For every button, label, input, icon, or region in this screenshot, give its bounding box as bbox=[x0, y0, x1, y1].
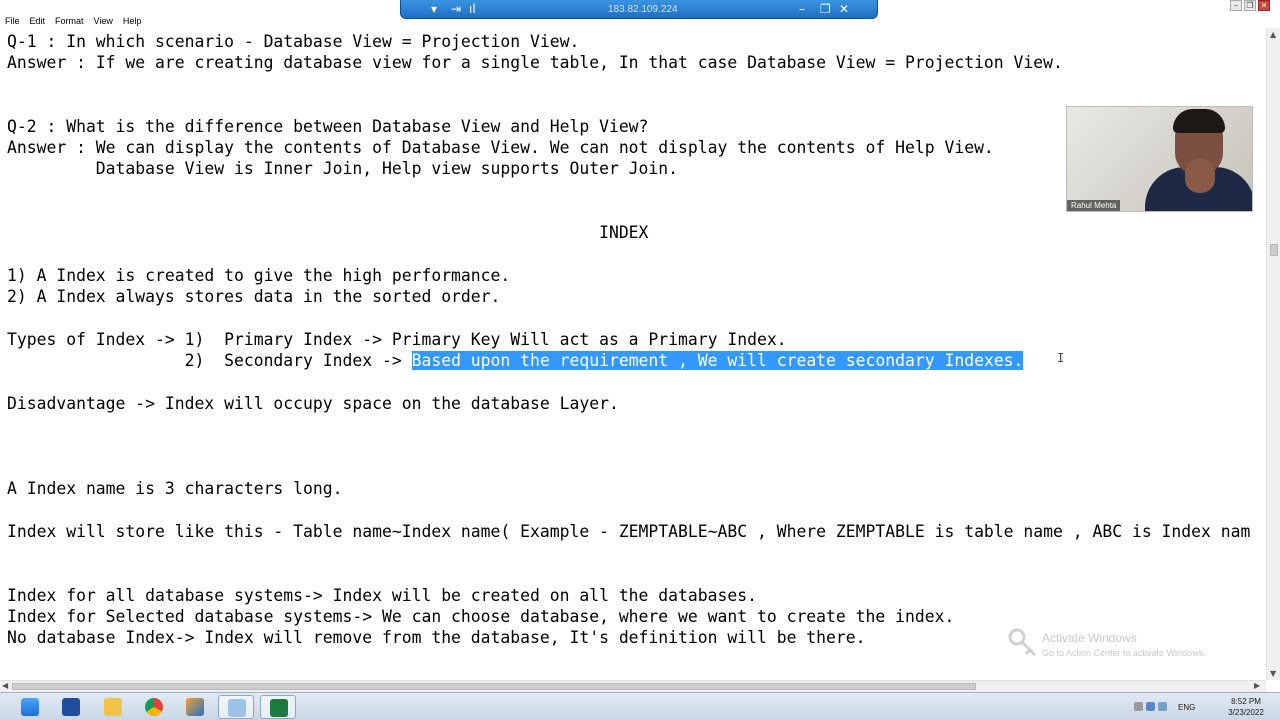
taskbar-powershell[interactable] bbox=[53, 695, 89, 719]
taskbar-excel[interactable] bbox=[260, 695, 296, 719]
watermark-subtitle: Go to Action Center to activate Windows. bbox=[1042, 648, 1206, 658]
tray-app-icon[interactable] bbox=[1146, 702, 1155, 711]
horizontal-scroll-thumb[interactable] bbox=[12, 683, 976, 690]
window-minimize-button[interactable]: – bbox=[1230, 0, 1242, 11]
vertical-scroll-thumb[interactable] bbox=[1270, 244, 1278, 256]
text-line: Disadvantage -> Index will occupy space … bbox=[7, 394, 619, 413]
key-icon bbox=[1008, 628, 1037, 657]
language-indicator[interactable]: ENG bbox=[1178, 703, 1195, 712]
text-line: No database Index-> Index will remove fr… bbox=[7, 628, 866, 647]
powershell-icon bbox=[62, 698, 80, 716]
excel-icon bbox=[270, 699, 288, 717]
text-line: Index for all database systems-> Index w… bbox=[7, 586, 757, 605]
start-button[interactable] bbox=[12, 695, 48, 719]
scroll-left-icon[interactable]: ◀ bbox=[2, 681, 8, 690]
scroll-up-icon[interactable]: ▲ bbox=[1270, 30, 1276, 39]
text-line: Answer : We can display the contents of … bbox=[7, 138, 994, 157]
text-line: Q-1 : In which scenario - Database View … bbox=[7, 32, 580, 51]
text-line: A Index name is 3 characters long. bbox=[7, 479, 343, 498]
scroll-down-icon[interactable]: ▼ bbox=[1270, 669, 1276, 678]
presenter-hands bbox=[1185, 159, 1215, 193]
text-line-prefix: 2) Secondary Index -> bbox=[7, 351, 412, 370]
notepad-icon bbox=[228, 699, 246, 717]
presenter-hair bbox=[1173, 109, 1225, 133]
text-line: Answer : If we are creating database vie… bbox=[7, 53, 1063, 72]
vertical-scrollbar[interactable]: ▲ ▼ bbox=[1266, 28, 1280, 680]
text-line: Q-2 : What is the difference between Dat… bbox=[7, 117, 649, 136]
watermark-title: Activate Windows bbox=[1042, 631, 1137, 645]
taskbar: ENG 8:52 PM 3/23/2022 bbox=[0, 692, 1280, 720]
start-icon bbox=[21, 698, 39, 716]
text-line: Types of Index -> 1) Primary Index -> Pr… bbox=[7, 330, 787, 349]
menu-bar: File Edit Format View Help bbox=[0, 14, 1280, 28]
taskbar-chrome[interactable] bbox=[136, 695, 172, 719]
text-line: Index for Selected database systems-> We… bbox=[7, 607, 955, 626]
clock-date[interactable]: 3/23/2022 bbox=[1224, 708, 1268, 717]
taskbar-notepad[interactable] bbox=[218, 695, 254, 719]
taskbar-sap-logon[interactable] bbox=[177, 695, 213, 719]
menu-help[interactable]: Help bbox=[123, 16, 142, 26]
window-restore-button[interactable]: ❐ bbox=[1244, 0, 1256, 11]
chrome-icon bbox=[145, 698, 163, 716]
tray-network-icon[interactable] bbox=[1134, 702, 1143, 711]
file-explorer-icon bbox=[104, 698, 122, 716]
taskbar-file-explorer[interactable] bbox=[95, 695, 131, 719]
clock-time[interactable]: 8:52 PM bbox=[1226, 697, 1266, 706]
text-line: Database View is Inner Join, Help view s… bbox=[7, 159, 679, 178]
selected-text[interactable]: Based upon the requirement , We will cre… bbox=[411, 351, 1024, 370]
text-line: Index will store like this - Table name~… bbox=[7, 522, 1251, 541]
section-heading: INDEX bbox=[7, 223, 649, 242]
horizontal-scrollbar[interactable]: ◀ ▶ bbox=[0, 680, 1266, 692]
sap-logon-icon bbox=[186, 698, 204, 716]
window-controls: – ❐ ✕ bbox=[1230, 0, 1270, 12]
text-line-with-selection: 2) Secondary Index -> Based upon the req… bbox=[7, 351, 1024, 371]
text-cursor-icon: I bbox=[1057, 351, 1065, 365]
webcam-video-overlay: Rahul Mehta bbox=[1066, 106, 1253, 212]
menu-view[interactable]: View bbox=[94, 16, 113, 26]
scroll-right-icon[interactable]: ▶ bbox=[1254, 681, 1260, 690]
menu-edit[interactable]: Edit bbox=[30, 16, 46, 26]
menu-file[interactable]: File bbox=[5, 16, 20, 26]
system-tray: ENG 8:52 PM 3/23/2022 bbox=[1130, 693, 1280, 720]
menu-format[interactable]: Format bbox=[55, 16, 84, 26]
text-line: 1) A Index is created to give the high p… bbox=[7, 266, 511, 285]
text-line: 2) A Index always stores data in the sor… bbox=[7, 287, 501, 306]
window-close-button[interactable]: ✕ bbox=[1258, 0, 1270, 11]
presenter-name-label: Rahul Mehta bbox=[1067, 200, 1121, 211]
tray-volume-icon[interactable] bbox=[1158, 702, 1167, 711]
